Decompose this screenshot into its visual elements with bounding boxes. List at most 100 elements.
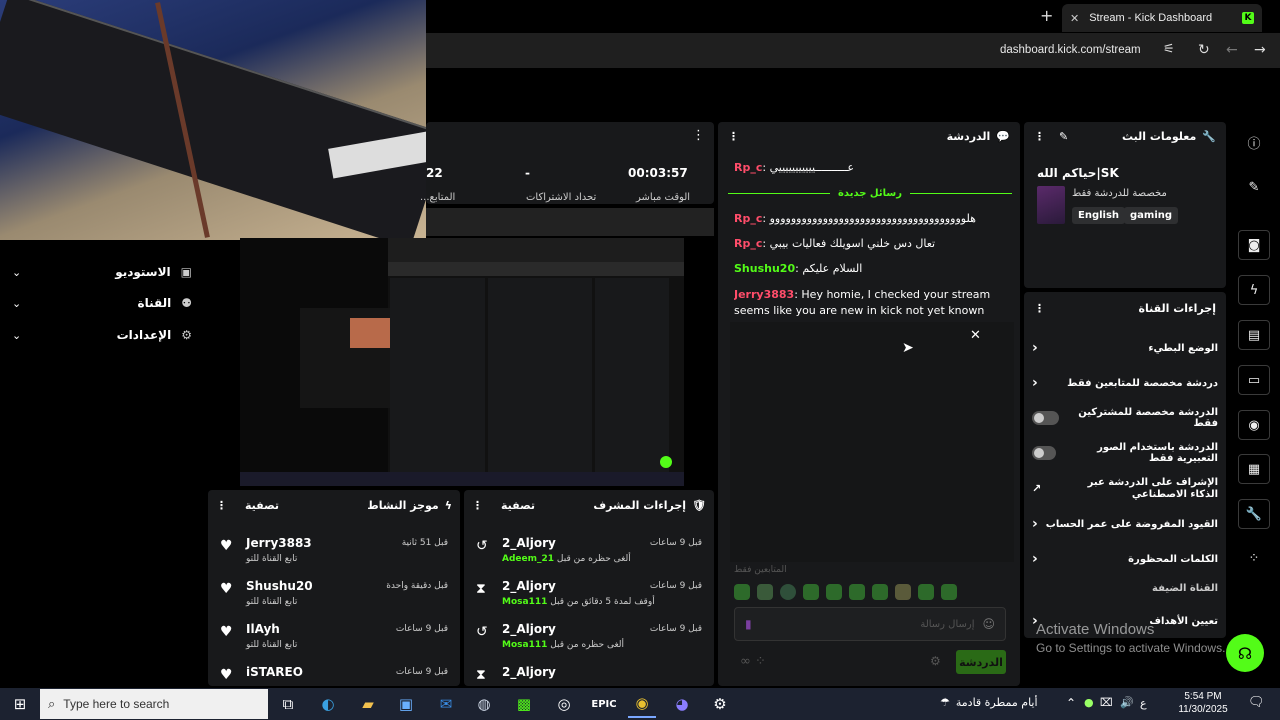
action-slow-mode[interactable]: الوضع البطيء ‹ [1032, 338, 1218, 358]
filter-button[interactable]: تصفية [501, 499, 535, 512]
tools-icon[interactable]: 🔧 [1238, 499, 1270, 529]
chat-username[interactable]: Rp_c [734, 237, 762, 250]
activity-user[interactable]: Jerry3883 [246, 536, 312, 550]
back-icon[interactable]: → [1254, 42, 1266, 58]
task-view-icon[interactable]: ⧉ [274, 690, 302, 718]
subscribers-only-toggle[interactable] [1032, 411, 1059, 425]
camera-icon[interactable]: ◙ [1238, 230, 1270, 260]
action-banned-words[interactable]: الكلمات المحظورة ‹ [1032, 549, 1218, 569]
emote-icon[interactable] [872, 584, 888, 600]
emote-icon[interactable] [918, 584, 934, 600]
emote-icon[interactable] [803, 584, 819, 600]
chat-input[interactable]: ☺ إرسال رسالة ▮ [734, 607, 1006, 641]
emotes-only-toggle[interactable] [1032, 446, 1056, 460]
stream-tag[interactable]: gaming [1124, 207, 1179, 224]
chat-send-button[interactable]: الدردشة [956, 650, 1006, 674]
chat-username[interactable]: Rp_c [734, 161, 762, 174]
nav-item-channel[interactable]: ⚉ القناة ⌄ [12, 293, 192, 313]
pencil-icon[interactable]: ✎ [1238, 172, 1270, 202]
emoji-icon[interactable]: ☺ [982, 617, 995, 631]
broadcast-icon[interactable]: ◉ [1238, 410, 1270, 440]
site-settings-icon[interactable]: ⚟ [1163, 42, 1175, 57]
epic-games-icon[interactable]: EPIC [590, 690, 618, 718]
nav-item-settings[interactable]: ⚙ الإعدادات ⌄ [12, 325, 192, 345]
emote-icon[interactable] [734, 584, 750, 600]
mic-icon[interactable]: ▮ [745, 617, 752, 631]
edit-icon[interactable]: ✎ [1059, 130, 1068, 143]
menu-icon[interactable]: ⋮ [1034, 302, 1045, 315]
emote-icon[interactable] [826, 584, 842, 600]
chat-username[interactable]: Shushu20 [734, 262, 795, 275]
chat-extras-icon[interactable]: ∞ ⁘ [740, 654, 766, 669]
emote-bar [734, 582, 1006, 602]
action-followers-only[interactable]: دردشة مخصصة للمتابعين فقط ‹ [1032, 373, 1218, 393]
stream-tag[interactable]: English [1072, 207, 1126, 224]
file-explorer-icon[interactable]: ▰ [354, 690, 382, 718]
emote-icon[interactable] [780, 584, 796, 600]
filter-button[interactable]: تصفية [245, 499, 279, 512]
document-icon[interactable]: ▤ [1238, 320, 1270, 350]
close-icon[interactable]: ✕ [970, 328, 981, 343]
mod-user[interactable]: 2_Aljory [502, 622, 556, 636]
chat-username[interactable]: Jerry3883 [734, 288, 794, 301]
network-icon[interactable]: ⌧ [1100, 696, 1113, 709]
activity-title: موجز النشاط [367, 498, 439, 512]
emote-icon[interactable] [757, 584, 773, 600]
emote-icon[interactable] [941, 584, 957, 600]
keyboard-lang[interactable]: ع [1140, 697, 1147, 710]
close-tab-icon[interactable]: ✕ [1070, 12, 1079, 25]
stream-preview[interactable] [240, 238, 684, 486]
weather-widget[interactable]: ☂ أيام ممطرة قادمة [940, 696, 1038, 709]
chat-settings-icon[interactable]: ⚙ [930, 654, 941, 668]
url-text[interactable]: dashboard.kick.com/stream [1000, 44, 1141, 56]
forward-icon[interactable]: ← [1226, 42, 1238, 58]
mod-user[interactable]: 2_Aljory [502, 579, 556, 593]
stats-menu-icon[interactable]: ⋮ [692, 128, 705, 143]
store-icon[interactable]: ▣ [392, 690, 420, 718]
obs-icon[interactable]: ◎ [550, 690, 578, 718]
new-tab-button[interactable]: + [1040, 6, 1053, 25]
info-icon[interactable]: ⓘ [1238, 127, 1270, 157]
tray-app-icon[interactable]: ● [1084, 696, 1094, 709]
steam-icon[interactable]: ◍ [470, 690, 498, 718]
action-ai-moderation[interactable]: الإشراف على الدردشة عبر الذكاء الاصطناعي… [1032, 476, 1218, 502]
clock[interactable]: 5:54 PM 11/30/2025 [1168, 690, 1238, 716]
mod-user[interactable]: 2_Aljory [502, 665, 556, 679]
tray-chevron-icon[interactable]: ⌃ [1066, 696, 1076, 710]
reload-icon[interactable]: ↻ [1198, 42, 1210, 58]
apps-icon[interactable]: ⁘ [1238, 543, 1270, 573]
action-account-age[interactable]: القيود المفروضة على عمر الحساب ‹ [1032, 514, 1218, 534]
stream-category[interactable]: مخصصة للدردشة فقط [1072, 188, 1167, 199]
category-thumbnail[interactable] [1037, 186, 1065, 224]
edge-icon[interactable]: ◐ [314, 690, 342, 718]
menu-icon[interactable]: ⋮ [728, 130, 739, 143]
emote-icon[interactable] [895, 584, 911, 600]
windows-start-icon[interactable]: ⊞ [6, 690, 34, 718]
outlook-icon[interactable]: ✉ [432, 690, 460, 718]
activity-user[interactable]: IlAyh [246, 622, 280, 636]
emote-icon[interactable] [849, 584, 865, 600]
activity-user[interactable]: iSTAREO [246, 665, 303, 679]
menu-icon[interactable]: ⋮ [1034, 130, 1045, 143]
activity-user[interactable]: Shushu20 [246, 579, 313, 593]
volume-icon[interactable]: 🔊 [1120, 696, 1134, 709]
stream-info-title: معلومات البث [1122, 129, 1197, 143]
stream-title: حياكم الله|SK [1037, 166, 1119, 180]
lightning-icon[interactable]: ϟ [1238, 275, 1270, 305]
chrome-icon[interactable]: ◉ [628, 690, 656, 718]
menu-icon[interactable]: ⋮ [216, 499, 227, 512]
notification-icon[interactable]: 🗨 [1248, 695, 1265, 710]
kick-app-icon[interactable]: ▩ [510, 690, 538, 718]
browser-tab[interactable]: ✕ Stream - Kick Dashboard K [1062, 4, 1262, 32]
discord-icon[interactable]: ◕ [668, 690, 696, 718]
nav-item-studio[interactable]: ▣ الاستوديو ⌄ [12, 262, 192, 282]
taskbar-search[interactable]: ⌕ Type here to search [40, 689, 268, 719]
support-button[interactable]: ☊ [1226, 634, 1264, 672]
menu-icon[interactable]: ⋮ [472, 499, 483, 512]
activity-header: ϟ موجز النشاط تصفية ⋮ [208, 494, 460, 516]
chat-username[interactable]: Rp_c [734, 212, 762, 225]
media-icon[interactable]: ▦ [1238, 454, 1270, 484]
mod-user[interactable]: 2_Aljory [502, 536, 556, 550]
settings-icon[interactable]: ⚙ [706, 690, 734, 718]
chat-icon[interactable]: ▭ [1238, 365, 1270, 395]
